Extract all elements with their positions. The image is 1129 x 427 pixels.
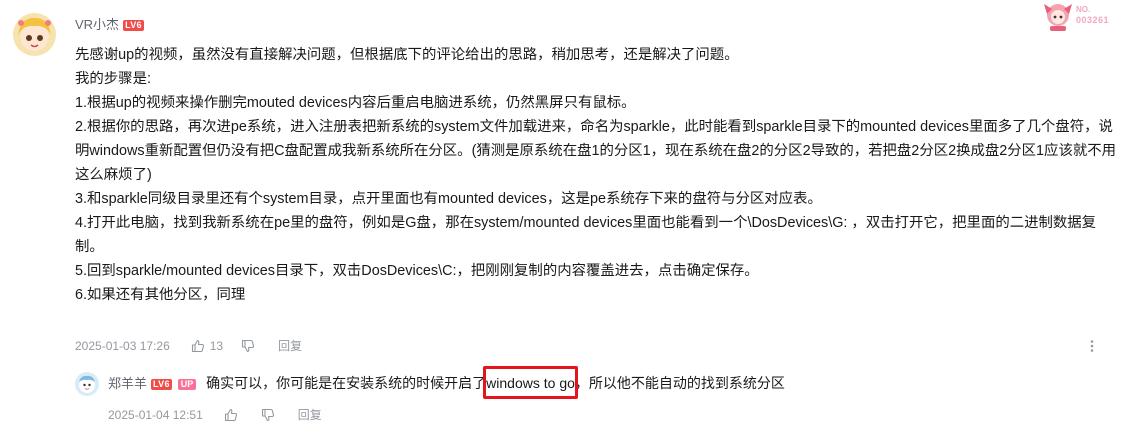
reply-meta: 2025-01-04 12:51 回复 [108, 406, 340, 423]
reply-level-badge: LV6 [151, 379, 172, 390]
fan-badge-number: 003261 [1076, 15, 1110, 25]
thumbs-up-icon [191, 339, 204, 352]
avatar[interactable] [13, 13, 56, 56]
comment-username-row: VR小杰 LV6 [75, 14, 144, 33]
reply-avatar[interactable] [75, 372, 99, 396]
reply-text-before: 确实可以，你可能是在安装系统的时候开启了 [206, 375, 487, 391]
reply-time: 2025-01-04 12:51 [108, 407, 203, 422]
like-count: 13 [209, 338, 224, 353]
like-button[interactable]: 13 [191, 339, 223, 353]
fan-badge-label: NO. [1076, 5, 1091, 14]
comment-paragraph: 5.回到sparkle/mounted devices目录下，双击DosDevi… [75, 263, 759, 279]
more-options-icon[interactable] [1086, 339, 1098, 358]
comment-username[interactable]: VR小杰 [75, 17, 119, 32]
comment-meta: 2025-01-03 17:26 13 回复 [75, 337, 320, 354]
reply-dislike-button[interactable] [261, 408, 280, 422]
reply-text-after: ，所以他不能自动的找到系统分区 [574, 375, 785, 391]
level-badge: LV6 [123, 20, 144, 31]
comment-paragraph: 2.根据你的思路，再次进pe系统，进入注册表把新系统的system文件加载进来，… [75, 119, 1117, 183]
reply-text-highlight: windows to go [486, 375, 575, 391]
comment-paragraph: 1.根据up的视频来操作删完mouted devices内容后重启电脑进系统，仍… [75, 95, 636, 111]
fan-badge-avatar-icon [1044, 4, 1072, 31]
comment-paragraph: 我的步骤是: [75, 71, 151, 87]
dislike-button[interactable] [241, 339, 260, 353]
comment-paragraph: 先感谢up的视频，虽然没有直接解决问题，但根据底下的评论给出的思路，稍加思考，还… [75, 47, 739, 63]
reply-row: 郑羊羊 LV6 UP 确实可以，你可能是在安装系统的时候开启了windows to … [108, 366, 785, 399]
comment-content: 先感谢up的视频，虽然没有直接解决问题，但根据底下的评论给出的思路，稍加思考，还… [75, 43, 1120, 307]
fan-badge: NO. 003261 [1040, 0, 1128, 32]
reply-username[interactable]: 郑羊羊 [108, 376, 147, 391]
comment-paragraph: 6.如果还有其他分区，同理 [75, 287, 246, 303]
comment-paragraph: 3.和sparkle同级目录里还有个system目录，点开里面也有mounted… [75, 191, 822, 207]
reply-highlight-box: windows to go [483, 366, 578, 399]
reply-like-button[interactable] [224, 408, 243, 422]
thumbs-down-icon [261, 408, 274, 421]
comment-time: 2025-01-03 17:26 [75, 338, 170, 353]
reply-button[interactable]: 回复 [278, 337, 302, 354]
thumbs-up-icon [224, 408, 237, 421]
reply-reply-button[interactable]: 回复 [298, 406, 322, 423]
up-badge: UP [177, 379, 197, 390]
comment-paragraph: 4.打开此电脑，找到我新系统在pe里的盘符，例如是G盘，那在system/mou… [75, 215, 1097, 255]
thumbs-down-icon [242, 339, 255, 352]
